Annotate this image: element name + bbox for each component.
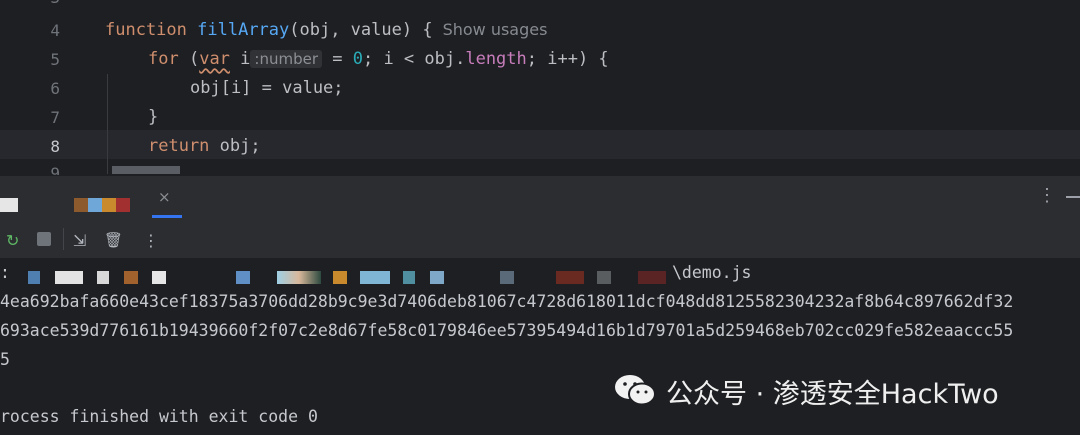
wechat-logo-icon [615,375,656,406]
function-params: (obj, value) { [289,20,433,40]
redacted-path [500,271,514,284]
code-editor[interactable]: 3 4 5 6 7 8 9 function fillArray(obj, va… [0,0,1080,175]
redacted-path [597,271,611,284]
code-text: ; i++) { [526,49,609,69]
code-line-4[interactable]: function fillArray(obj, value) { Show usa… [105,20,547,40]
number-literal: 0 [352,49,363,69]
redacted-path [55,271,83,284]
minimize-icon[interactable] [1066,196,1080,198]
redacted-path [124,271,138,284]
line-number: 8 [50,137,60,156]
console-line: 5 [0,350,10,369]
redacted-path [556,271,584,284]
function-name: fillArray [197,20,290,40]
line-number: 6 [50,79,60,98]
console-line: 4ea692bafa660e43cef18375a3706dd28b9c9e3d… [0,292,1014,311]
redacted-path [277,271,321,284]
console-line: 693ace539d776161b19439660f2f07c2e8d67fe5… [0,321,1014,340]
redacted-path [638,271,666,284]
redacted-path [333,271,347,284]
code-text: = [322,49,353,69]
redacted-path [97,271,109,284]
close-tab-icon[interactable]: × [158,188,171,206]
line-number: 9 [50,164,60,175]
show-usages-link[interactable]: Show usages [443,20,548,39]
code-text: ; i < obj. [362,49,466,69]
run-tab-obscured[interactable] [0,198,18,212]
redacted-path [152,271,166,284]
rerun-icon[interactable]: ↻ [6,231,19,250]
redacted-path [360,271,390,284]
toolbar-divider [63,228,64,250]
keyword: return [148,136,210,156]
more-icon[interactable]: ⋮ [143,231,159,250]
variable-name: i [229,49,251,69]
scroll-to-end-icon[interactable]: ⇲ [73,231,86,250]
console-line: rocess finished with exit code 0 [0,407,318,426]
more-options-icon[interactable]: ⋮ [1038,185,1056,206]
type-inlay-hint: :number [250,50,323,68]
keyword: var [199,49,230,69]
line-number: 3 [0,0,60,7]
code-line-5[interactable]: for (var i:number = 0; i < obj.length; i… [148,49,609,69]
active-tab-indicator [152,215,182,218]
property: length [465,49,527,69]
code-line-8[interactable]: return obj; [148,136,261,156]
run-tab-obscured[interactable] [74,198,130,212]
folded-region-marker[interactable] [112,166,180,174]
redacted-path [236,271,250,284]
run-toolbar [0,222,1080,259]
indent-guide [107,74,108,174]
redacted-path [28,271,40,284]
keyword: function [105,20,187,40]
line-number: 5 [50,50,60,69]
redacted-path [430,271,444,284]
stop-icon[interactable] [37,232,51,246]
console-command-prefix: : [0,263,10,282]
keyword: for [148,49,179,69]
trash-icon[interactable]: 🗑 [104,231,123,249]
code-line-6[interactable]: obj[i] = value; [190,78,344,98]
line-number: 4 [50,21,60,40]
code-line-7[interactable]: } [148,107,158,127]
redacted-path [403,271,415,284]
code-text: obj; [209,136,261,156]
code-text: ( [178,49,200,69]
line-number: 7 [50,108,60,127]
watermark-text: 公众号 · 渗透安全HackTwo [666,379,999,410]
console-command-script: \demo.js [672,263,752,282]
